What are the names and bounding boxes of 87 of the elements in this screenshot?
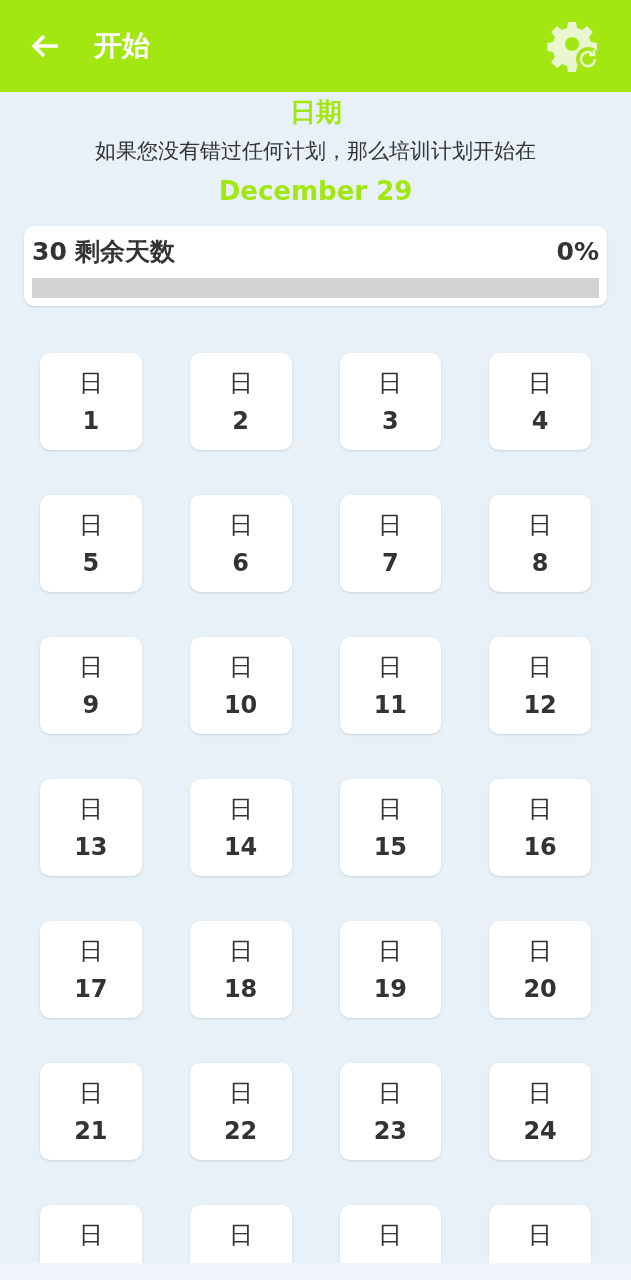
day-card[interactable]: 日 1: [40, 353, 142, 450]
day-card[interactable]: 日 20: [489, 921, 591, 1018]
day-label: 日: [528, 936, 553, 967]
day-card[interactable]: 日 17: [40, 921, 142, 1018]
day-number: 20: [523, 974, 557, 1005]
day-card[interactable]: 日 9: [40, 637, 142, 734]
remaining-days: 30 剩余天数: [32, 236, 176, 268]
screen-title: 开始: [94, 28, 150, 64]
day-label: 日: [78, 368, 103, 399]
day-card[interactable]: 日 6: [189, 495, 292, 592]
info-text: 如果您没有错过任何计划，那么培训计划开始在: [95, 138, 536, 165]
day-number: 8: [531, 548, 549, 579]
day-label: 日: [228, 1078, 253, 1109]
day-number: 19: [373, 974, 408, 1005]
day-card[interactable]: 日 16: [489, 779, 591, 876]
day-card[interactable]: 日: [489, 1205, 591, 1263]
day-number: 13: [74, 832, 108, 863]
day-number: 22: [223, 1116, 258, 1147]
day-card[interactable]: 日 12: [489, 637, 591, 734]
day-number: 23: [373, 1116, 408, 1147]
day-label: 日: [228, 794, 253, 825]
day-number: 16: [523, 832, 557, 863]
day-number: 6: [232, 548, 249, 579]
day-label: 日: [378, 1078, 403, 1109]
day-number: 2: [232, 406, 249, 437]
day-label: 日: [78, 1220, 103, 1251]
day-label: 日: [528, 1220, 553, 1251]
day-label: 日: [228, 652, 253, 683]
day-number: 11: [373, 690, 408, 721]
day-card[interactable]: 日 3: [339, 353, 442, 450]
day-label: 日: [528, 510, 553, 541]
day-number: 9: [82, 690, 100, 721]
day-card[interactable]: 日 5: [40, 495, 142, 592]
day-label: 日: [528, 652, 553, 683]
day-label: 日: [378, 510, 403, 541]
day-label: 日: [78, 1078, 103, 1109]
day-card[interactable]: 日 10: [189, 637, 292, 734]
day-label: 日: [228, 368, 253, 399]
day-label: 日: [378, 652, 403, 683]
day-card[interactable]: 日 24: [489, 1063, 591, 1160]
day-label: 日: [378, 368, 403, 399]
day-card[interactable]: 日 2: [189, 353, 292, 450]
day-card[interactable]: 日 19: [339, 921, 442, 1018]
day-label: 日: [528, 794, 553, 825]
day-number: 14: [223, 832, 258, 863]
day-card[interactable]: 日 7: [339, 495, 442, 592]
back-icon[interactable]: [30, 33, 60, 59]
start-date: December 29: [218, 175, 413, 207]
day-number: 5: [82, 548, 100, 579]
day-number: 4: [531, 406, 549, 437]
day-number: 24: [523, 1116, 557, 1147]
day-label: 日: [78, 510, 103, 541]
day-number: 1: [82, 406, 100, 437]
day-card[interactable]: 日 8: [489, 495, 591, 592]
day-number: 18: [223, 974, 258, 1005]
day-card[interactable]: 日 18: [189, 921, 292, 1018]
day-card[interactable]: 日: [40, 1205, 142, 1263]
day-label: 日: [528, 1078, 553, 1109]
day-number: 15: [373, 832, 408, 863]
day-label: 日: [78, 936, 103, 967]
day-card[interactable]: 日 21: [40, 1063, 142, 1160]
day-number: 12: [523, 690, 557, 721]
day-card[interactable]: 日 23: [339, 1063, 442, 1160]
day-card[interactable]: 日 14: [189, 779, 292, 876]
day-label: 日: [378, 936, 403, 967]
day-card[interactable]: 日 4: [489, 353, 591, 450]
day-label: 日: [228, 510, 253, 541]
section-heading: 日期: [289, 96, 342, 128]
progress-percent: 0%: [556, 236, 599, 268]
day-label: 日: [378, 794, 403, 825]
day-number: 17: [74, 974, 108, 1005]
day-label: 日: [228, 1220, 253, 1251]
day-card[interactable]: 日 15: [339, 779, 442, 876]
day-label: 日: [228, 936, 253, 967]
day-label: 日: [78, 652, 103, 683]
day-label: 日: [78, 794, 103, 825]
day-number: 7: [382, 548, 399, 579]
day-number: 10: [223, 690, 258, 721]
day-label: 日: [528, 368, 553, 399]
day-label: 日: [378, 1220, 403, 1251]
day-card[interactable]: 日 13: [40, 779, 142, 876]
day-card[interactable]: 日: [339, 1205, 442, 1263]
day-number: 21: [74, 1116, 108, 1147]
day-card[interactable]: 日 11: [339, 637, 442, 734]
day-number: 3: [382, 406, 399, 437]
day-card[interactable]: 日: [189, 1205, 292, 1263]
day-card[interactable]: 日 22: [189, 1063, 292, 1160]
